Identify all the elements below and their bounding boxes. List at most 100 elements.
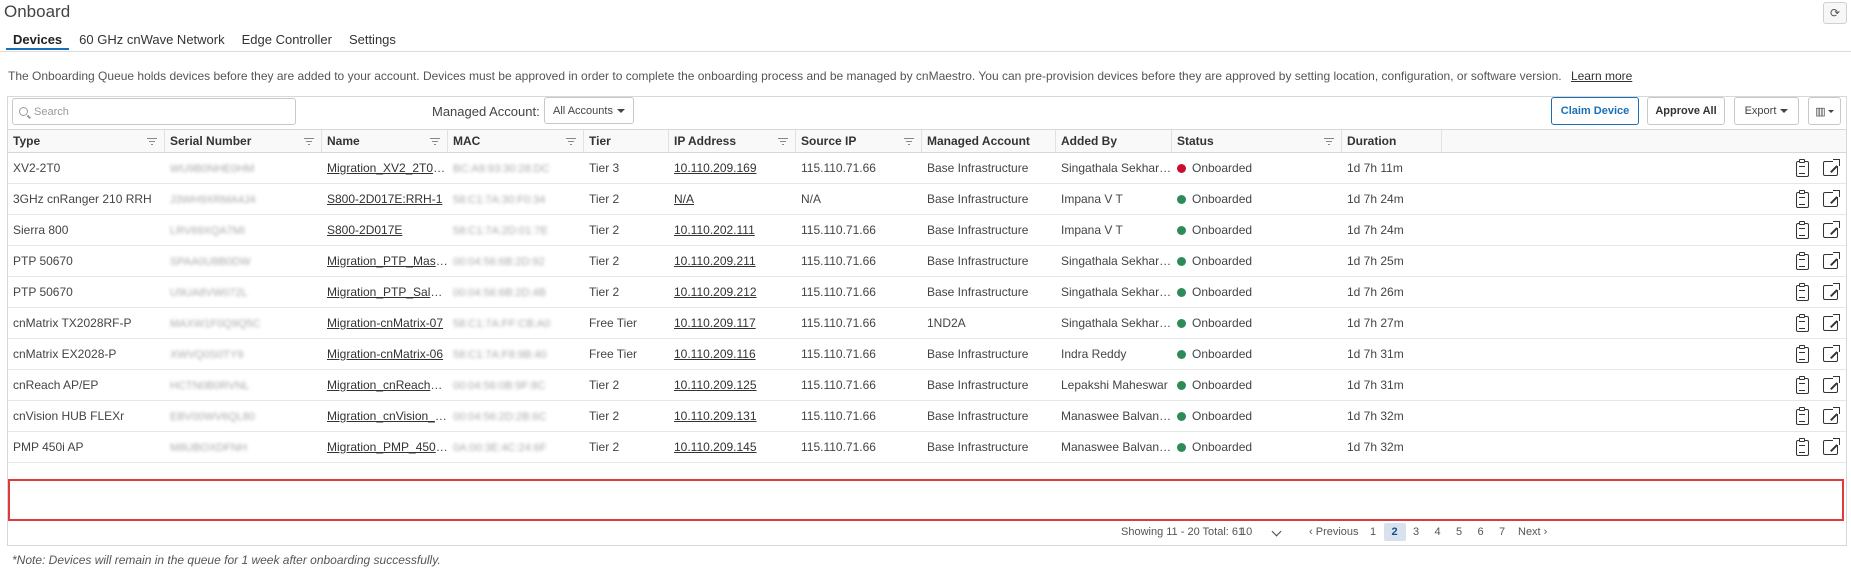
cell-ip[interactable]: 10.110.209.211	[669, 246, 796, 277]
cell-type: PMP 450i AP	[13, 440, 84, 454]
column-header-tier[interactable]: Tier	[584, 130, 669, 152]
status-dot-icon	[1177, 443, 1186, 452]
cell-ip[interactable]: 10.110.209.169	[669, 153, 796, 184]
cell-ip[interactable]: 10.110.209.116	[669, 339, 796, 370]
refresh-icon[interactable]: ⟳	[1823, 2, 1847, 24]
clipboard-icon[interactable]	[1796, 376, 1809, 394]
clipboard-icon[interactable]	[1796, 221, 1809, 239]
page-7-button[interactable]: 7	[1491, 523, 1513, 541]
page-5-button[interactable]: 5	[1448, 523, 1470, 541]
column-header-added-by[interactable]: Added By	[1056, 130, 1172, 152]
filter-icon[interactable]	[147, 138, 157, 145]
filter-icon[interactable]	[904, 138, 914, 145]
clipboard-icon[interactable]	[1796, 314, 1809, 332]
open-external-icon[interactable]	[1823, 345, 1840, 362]
page-size-select[interactable]: 10	[1240, 523, 1286, 541]
clipboard-icon[interactable]	[1796, 283, 1809, 301]
open-external-icon[interactable]	[1823, 221, 1840, 238]
search-input[interactable]: Search	[12, 98, 296, 125]
clipboard-icon[interactable]	[1796, 252, 1809, 270]
cell-name[interactable]: Migration-cnMatrix-06	[322, 339, 448, 370]
info-banner: The Onboarding Queue holds devices befor…	[8, 69, 1632, 83]
page-2-button[interactable]: 2	[1383, 523, 1406, 541]
cell-name[interactable]: Migration_cnReach_05	[322, 370, 448, 401]
table-row[interactable]: cnMatrix EX2028-P XWVQ0S0TY9 Migration-cnM…	[8, 339, 1846, 370]
tab-settings[interactable]: Settings	[342, 28, 403, 50]
table-row[interactable]: PTP 50670 U9UA8VW072L Migration_PTP_Salve_…	[8, 277, 1846, 308]
column-header-managed-account[interactable]: Managed Account	[922, 130, 1056, 152]
cell-ip[interactable]: 10.110.202.111	[669, 215, 796, 246]
clipboard-icon[interactable]	[1796, 345, 1809, 363]
filter-icon[interactable]	[304, 138, 314, 145]
managed-account-select[interactable]: All Accounts	[544, 97, 634, 124]
cell-ip[interactable]: 10.110.209.131	[669, 401, 796, 432]
table-row[interactable]: cnMatrix TX2028RF-P MAXW1F0Q9Q5C Migration…	[8, 308, 1846, 339]
tabs-divider	[0, 51, 1851, 52]
export-button[interactable]: Export	[1734, 97, 1799, 125]
page-1-button[interactable]: 1	[1362, 523, 1384, 541]
page-4-button[interactable]: 4	[1427, 523, 1449, 541]
clipboard-icon[interactable]	[1796, 159, 1809, 177]
cell-type: cnMatrix TX2028RF-P	[13, 316, 132, 330]
cell-name[interactable]: S800-2D017E:RRH-1	[322, 184, 448, 215]
column-header-duration[interactable]: Duration	[1342, 130, 1442, 152]
open-external-icon[interactable]	[1823, 159, 1840, 176]
cell-ip[interactable]: 10.110.209.212	[669, 277, 796, 308]
tab-edge-controller[interactable]: Edge Controller	[235, 28, 339, 50]
column-header-serial[interactable]: Serial Number	[165, 130, 322, 152]
open-external-icon[interactable]	[1823, 283, 1840, 300]
page-6-button[interactable]: 6	[1470, 523, 1492, 541]
column-header-source-ip[interactable]: Source IP	[796, 130, 922, 152]
cell-serial: SPAA0U8B0DW	[170, 256, 251, 268]
previous-page-button[interactable]: ‹ Previous	[1309, 523, 1359, 541]
claim-device-button[interactable]: Claim Device	[1551, 97, 1639, 125]
table-row[interactable]: cnReach AP/EP HCTN0B0RVNL Migration_cnReac…	[8, 370, 1846, 401]
open-external-icon[interactable]	[1823, 376, 1840, 393]
cell-name[interactable]: Migration_PTP_Maste...	[322, 246, 448, 277]
clipboard-icon[interactable]	[1796, 190, 1809, 208]
clipboard-icon[interactable]	[1796, 407, 1809, 425]
tab-devices[interactable]: Devices	[6, 28, 70, 50]
tab-cnwave-network[interactable]: 60 GHz cnWave Network	[72, 28, 231, 50]
filter-icon[interactable]	[566, 138, 576, 145]
column-header-type[interactable]: Type	[8, 130, 165, 152]
table-row[interactable]: PTP 50670 SPAA0U8B0DW Migration_PTP_Maste.…	[8, 246, 1846, 277]
clipboard-icon[interactable]	[1796, 438, 1809, 456]
column-header-status[interactable]: Status	[1172, 130, 1342, 152]
table-row[interactable]: cnVision HUB FLEXr EBV00WV6QL80 Migration_…	[8, 401, 1846, 432]
column-header-ip[interactable]: IP Address	[669, 130, 796, 152]
open-external-icon[interactable]	[1823, 314, 1840, 331]
pagination-summary: Showing 11 - 20 Total: 61	[1121, 526, 1245, 538]
approve-all-button[interactable]: Approve All	[1647, 97, 1725, 125]
learn-more-link[interactable]: Learn more	[1571, 69, 1632, 83]
column-header-name[interactable]: Name	[322, 130, 448, 152]
cell-name[interactable]: S800-2D017E	[322, 215, 448, 246]
open-external-icon[interactable]	[1823, 407, 1840, 424]
cell-added-by: Singathala Sekhar r...	[1061, 254, 1172, 268]
cell-ip[interactable]: 10.110.209.125	[669, 370, 796, 401]
filter-icon[interactable]	[1324, 138, 1334, 145]
cell-ip[interactable]: 10.110.209.117	[669, 308, 796, 339]
table-row[interactable]: Sierra 800 LRV69XQA7MI S800-2D017E 58:C1:7A…	[8, 215, 1846, 246]
table-row[interactable]: 3GHz cnRanger 210 RRH J3WH9XRMA4J4 S800-2D…	[8, 184, 1846, 215]
open-external-icon[interactable]	[1823, 252, 1840, 269]
open-external-icon[interactable]	[1823, 190, 1840, 207]
cell-duration: 1d 7h 24m	[1347, 223, 1404, 237]
cell-name[interactable]: Migration_XV2_2T0_...	[322, 153, 448, 184]
column-header-mac[interactable]: MAC	[448, 130, 584, 152]
cell-name[interactable]: Migration_PMP_450i_...	[322, 432, 448, 463]
table-row[interactable]: XV2-2T0 WU9B0NHE0HM Migration_XV2_2T0_... B…	[8, 153, 1846, 184]
cell-ip[interactable]: N/A	[669, 184, 796, 215]
cell-name[interactable]: Migration-cnMatrix-07	[322, 308, 448, 339]
filter-icon[interactable]	[778, 138, 788, 145]
cell-name[interactable]: Migration_PTP_Salve_...	[322, 277, 448, 308]
cell-name[interactable]: Migration_cnVision_H...	[322, 401, 448, 432]
page-3-button[interactable]: 3	[1405, 523, 1427, 541]
filter-icon[interactable]	[430, 138, 440, 145]
next-page-button[interactable]: Next ›	[1518, 523, 1547, 541]
cell-tier: Free Tier	[589, 316, 638, 330]
column-chooser-button[interactable]: ▥	[1808, 97, 1841, 125]
table-row[interactable]: PMP 450i AP M8UBOXDFNH Migration_PMP_450i_…	[8, 432, 1846, 463]
cell-ip[interactable]: 10.110.209.145	[669, 432, 796, 463]
open-external-icon[interactable]	[1823, 438, 1840, 455]
